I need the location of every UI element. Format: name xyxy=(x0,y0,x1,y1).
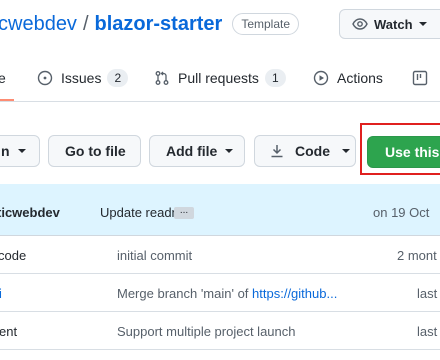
commit-date: on 19 Oct xyxy=(373,205,430,220)
play-icon xyxy=(313,70,329,86)
code-button[interactable]: Code xyxy=(254,135,356,167)
tab-projects[interactable] xyxy=(412,60,436,96)
file-name[interactable]: code xyxy=(0,248,26,263)
caret-down-icon xyxy=(17,149,26,153)
commit-expand-button[interactable]: ... xyxy=(174,206,194,219)
tabs-divider xyxy=(0,101,440,102)
watch-label: Watch xyxy=(374,16,413,32)
tab-issues[interactable]: Issues 2 xyxy=(37,60,129,96)
commit-author-link[interactable]: ticwebdev xyxy=(0,205,60,220)
file-commit-message[interactable]: Merge branch 'main' of https://github... xyxy=(117,286,337,301)
repo-nav-tabs: e Issues 2 Pull requests 1 Actions xyxy=(0,60,440,102)
caret-down-icon xyxy=(342,149,350,153)
pull-request-icon xyxy=(155,71,169,85)
code-label: Code xyxy=(295,143,330,159)
tab-code-label: e xyxy=(0,70,6,86)
eye-icon xyxy=(352,18,368,30)
tab-actions[interactable]: Actions xyxy=(313,60,383,96)
branch-label: n xyxy=(1,143,10,159)
pull-requests-counter: 1 xyxy=(264,69,286,87)
tab-pull-requests-label: Pull requests xyxy=(178,70,259,86)
tab-issues-label: Issues xyxy=(61,70,102,86)
go-to-file-label: Go to file xyxy=(65,143,126,159)
file-commit-date: 2 mont xyxy=(397,248,437,263)
file-row[interactable]: i Merge branch 'main' of https://github.… xyxy=(0,275,440,312)
branch-select-button[interactable]: n xyxy=(0,135,40,167)
go-to-file-button[interactable]: Go to file xyxy=(48,135,141,167)
download-icon xyxy=(271,145,283,158)
repo-title: ticwebdev / blazor-starter Template xyxy=(0,8,300,40)
file-name[interactable]: ent xyxy=(0,324,17,339)
file-row[interactable]: code initial commit 2 mont xyxy=(0,237,440,274)
file-row[interactable]: ent Support multiple project launch last xyxy=(0,313,440,350)
file-commit-date: last xyxy=(417,324,438,339)
file-name[interactable]: i xyxy=(0,286,2,301)
caret-down-icon xyxy=(418,22,427,26)
commit-message-text: Merge branch 'main' of xyxy=(117,286,253,301)
add-file-button[interactable]: Add file xyxy=(149,135,245,167)
repo-owner-link[interactable]: ticwebdev xyxy=(0,13,77,36)
path-separator: / xyxy=(82,12,89,35)
watch-button[interactable]: Watch xyxy=(339,9,440,39)
file-commit-message[interactable]: Support multiple project launch xyxy=(117,324,296,339)
template-badge: Template xyxy=(232,13,300,35)
project-icon xyxy=(412,70,428,86)
tab-code[interactable]: e xyxy=(0,60,6,96)
file-commit-date: last xyxy=(417,286,438,301)
add-file-label: Add file xyxy=(166,143,218,159)
issue-icon xyxy=(37,70,53,86)
file-commit-message[interactable]: initial commit xyxy=(117,248,192,263)
tab-pull-requests[interactable]: Pull requests 1 xyxy=(154,60,286,96)
annotation-highlight-box xyxy=(360,123,440,175)
caret-down-icon xyxy=(225,149,234,153)
commit-message-url[interactable]: https://github... xyxy=(252,286,337,301)
tab-actions-label: Actions xyxy=(337,70,383,86)
issues-counter: 2 xyxy=(107,69,129,87)
repo-name-link[interactable]: blazor-starter xyxy=(95,13,223,36)
